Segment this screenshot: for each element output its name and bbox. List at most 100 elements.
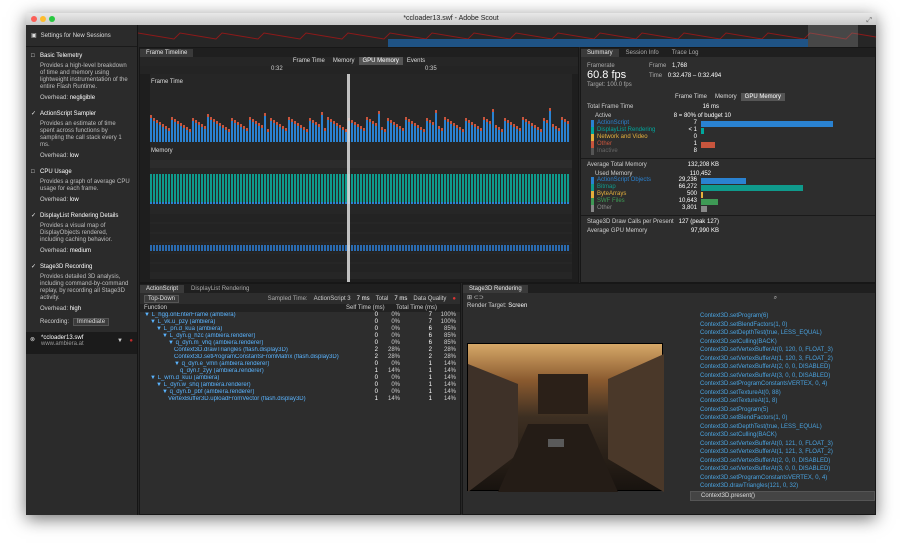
call-item[interactable]: Context3D.setProgram(6) (690, 312, 875, 321)
table-row[interactable]: ▼ L_wrn.d_kuu (ambiera) 0 0% 1 14% (140, 375, 460, 382)
as-tab-1[interactable]: DisplayList Rendering (185, 285, 255, 293)
zoom-button[interactable] (49, 16, 55, 22)
view-select[interactable]: Top-Down (144, 294, 180, 303)
frame-bar-other (234, 120, 236, 123)
summary-mode-1[interactable]: Memory (711, 93, 741, 101)
frame-bar-other (162, 124, 164, 127)
event-bar (432, 245, 434, 251)
call-item[interactable]: Context3D.drawTriangles(121, 0, 32) (690, 482, 875, 491)
call-item[interactable]: Context3D.setVertexBufferAt(0, 120, 0, F… (690, 346, 875, 355)
frame-bar (258, 126, 260, 142)
call-item[interactable]: Context3D.setProgramConstantsVERTEX, 0, … (690, 380, 875, 389)
summary-row[interactable]: Other 3,801 (581, 205, 875, 212)
table-row[interactable]: VertexBuffer3D.uploadFromVector (flash.d… (140, 396, 460, 403)
call-item[interactable]: Context3D.setTextureAt(0, 88) (690, 389, 875, 398)
memory-bar-as (294, 202, 296, 204)
summary-tab-0[interactable]: Summary (581, 49, 619, 57)
call-item[interactable]: Context3D.setVertexBufferAt(0, 121, 0, F… (690, 440, 875, 449)
call-item[interactable]: Context3D.setDepthTest(true, LESS_EQUAL) (690, 423, 875, 432)
unchecked-icon[interactable]: □ (31, 53, 35, 60)
summary-row[interactable]: ActionScript Objects 29,236 (581, 177, 875, 184)
session-close-icon[interactable]: ⊗ (30, 336, 35, 343)
memory-bar (474, 174, 476, 202)
summary-row[interactable]: DisplayList Rendering < 1 (581, 127, 875, 134)
call-item[interactable]: Context3D.setCulling(BACK) (690, 338, 875, 347)
memory-bar (510, 174, 512, 202)
call-item[interactable]: Context3D.setVertexBufferAt(1, 121, 3, F… (690, 448, 875, 457)
table-row[interactable]: ▼ q_dyn.m_vhq (ambiera.renderer) 0 0% 6 85% (140, 340, 460, 347)
summary-row[interactable]: Other 1 (581, 141, 875, 148)
timeline-mode-2[interactable]: GPU Memory (358, 57, 403, 65)
call-item[interactable]: Context3D.setVertexBufferAt(3, 0, 0, DIS… (690, 372, 875, 381)
playhead[interactable] (347, 74, 350, 283)
record-icon[interactable]: ● (129, 338, 133, 344)
event-bar (171, 245, 173, 251)
frame-bar (480, 131, 482, 142)
call-item[interactable]: Context3D.setVertexBufferAt(3, 0, 0, DIS… (690, 465, 875, 474)
summary-row[interactable]: Inactive 8 (581, 148, 875, 155)
tab-frame-timeline[interactable]: Frame Timeline (140, 49, 194, 57)
table-row[interactable]: ▼ L_dyn.g_hzc (ambiera.renderer) 0 0% 6 85% (140, 333, 460, 340)
table-row[interactable]: ▼ L_dyn.w_shq (ambiera.renderer) 0 0% 1 14% (140, 382, 460, 389)
close-button[interactable] (31, 16, 37, 22)
call-item[interactable]: Context3D.present() (690, 490, 875, 501)
event-bar (426, 245, 428, 251)
summary-tab-2[interactable]: Trace Log (666, 49, 705, 57)
unchecked-icon[interactable]: □ (31, 169, 35, 176)
summary-row[interactable]: ByteArrays 500 (581, 191, 875, 198)
summary-row[interactable]: Bitmap 66,272 (581, 184, 875, 191)
frame-bar (561, 120, 563, 142)
frame-bar (471, 125, 473, 142)
tab-stage3d[interactable]: Stage3D Rendering (463, 285, 528, 293)
session-item[interactable]: ⊗ *ccloader13.swf www.ambiera.at ▼ ● (26, 332, 137, 354)
summary-tab-1[interactable]: Session Info (620, 49, 665, 57)
timeline-graph[interactable]: Frame Time Memory (140, 74, 579, 283)
table-row[interactable]: Context3D.setProgramConstantsFromMatrix … (140, 354, 460, 361)
call-item[interactable]: Context3D.setCulling(BACK) (690, 431, 875, 440)
table-row[interactable]: ▼ L_pn.d_kua (ambiera) 0 0% 6 85% (140, 326, 460, 333)
timeline-mode-0[interactable]: Frame Time (289, 57, 329, 65)
call-item[interactable]: Context3D.setVertexBufferAt(1, 120, 3, F… (690, 355, 875, 364)
frame-bar-other (345, 129, 347, 132)
table-row[interactable]: ▼ q_dyn.e_vmn (ambiera.renderer) 0 0% 1 14% (140, 361, 460, 368)
event-bar (414, 245, 416, 251)
memory-bar (213, 174, 215, 202)
overview-selection[interactable] (808, 25, 858, 47)
summary-mode-2[interactable]: GPU Memory (740, 93, 786, 101)
table-row[interactable]: Context3D.drawTriangles (flash.display3D… (140, 347, 460, 354)
call-item[interactable]: Context3D.setProgramConstantsVERTEX, 0, … (690, 474, 875, 483)
minimize-button[interactable] (40, 16, 46, 22)
recording-select[interactable]: Immediate (73, 318, 110, 326)
summary-row[interactable]: ActionScript 7 (581, 120, 875, 127)
checkmark-icon[interactable]: ✓ (31, 111, 36, 118)
call-item[interactable]: Context3D.setTextureAt(1, 8) (690, 397, 875, 406)
memory-bar (537, 174, 539, 202)
call-item[interactable]: Context3D.setDepthTest(true, LESS_EQUAL) (690, 329, 875, 338)
search-icon[interactable]: ⌕ (774, 295, 777, 301)
summary-row[interactable]: SWF Files 10,643 (581, 198, 875, 205)
table-row[interactable]: q_dyn.f_zyy (ambiera.renderer) 1 14% 1 14% (140, 368, 460, 375)
as-tab-0[interactable]: ActionScript (140, 285, 185, 293)
call-item[interactable]: Context3D.setVertexBufferAt(2, 0, 0, DIS… (690, 457, 875, 466)
event-bar (267, 245, 269, 251)
timeline-mode-3[interactable]: Events (403, 57, 429, 65)
frame-bar-other (528, 121, 530, 124)
filter-icon[interactable]: ▼ (117, 338, 123, 344)
table-row[interactable]: ▼ q_dyn.b_pbf (ambiera.renderer) 0 0% 1 14% (140, 389, 460, 396)
session-overview-strip[interactable] (138, 25, 876, 47)
frame-bar (378, 114, 380, 142)
event-bar (504, 245, 506, 251)
timeline-mode-1[interactable]: Memory (329, 57, 359, 65)
summary-row[interactable]: Network and Video 0 (581, 134, 875, 141)
summary-mode-0[interactable]: Frame Time (671, 93, 711, 101)
call-item[interactable]: Context3D.setVertexBufferAt(2, 0, 0, DIS… (690, 363, 875, 372)
call-item[interactable]: Context3D.setBlendFactors(1, 0) (690, 414, 875, 423)
checkmark-icon[interactable]: ✓ (31, 213, 36, 220)
checkmark-icon[interactable]: ✓ (31, 264, 36, 271)
call-item[interactable]: Context3D.setProgram(5) (690, 406, 875, 415)
table-row[interactable]: ▼ L_vk.u_pzy (ambiera) 0 0% 7 100% (140, 319, 460, 326)
table-row[interactable]: ▼ L_hgg.onEnterFrame (ambiera) 0 0% 7 100% (140, 312, 460, 319)
link-icon[interactable]: ⊂⊃ (474, 295, 484, 301)
grid-icon[interactable]: ⊞ (467, 295, 472, 301)
call-item[interactable]: Context3D.setBlendFactors(1, 0) (690, 321, 875, 330)
